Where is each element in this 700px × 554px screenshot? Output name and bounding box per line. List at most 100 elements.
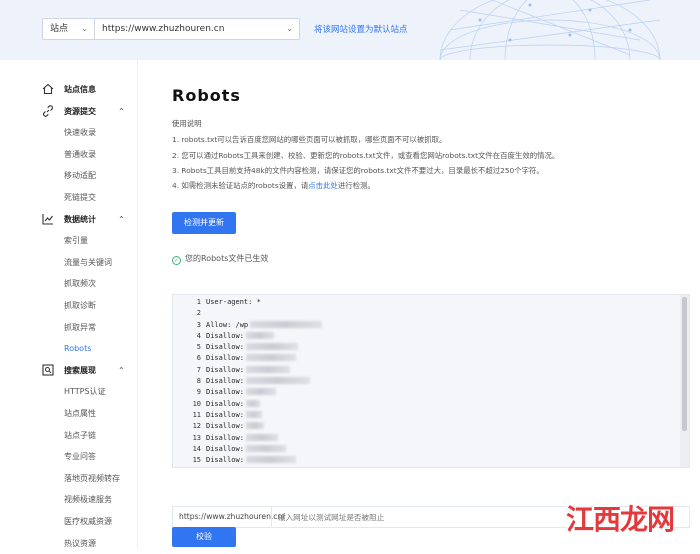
line-number: 12 [192,422,201,431]
chevron-up-icon[interactable]: ⌃ [118,210,125,230]
sidebar-item-label: 站点属性 [64,409,96,418]
sidebar-item-15[interactable]: 站点属性 [0,404,138,424]
line-number: 11 [192,410,201,419]
sidebar-item-18[interactable]: 落地页视频转存 [0,469,138,489]
sidebar-item-4[interactable]: 移动适配 [0,166,138,186]
sidebar-item-label: 站点信息 [64,85,96,94]
sidebar-item-7[interactable]: 索引量 [0,231,138,251]
sidebar-item-label: 普通收录 [64,149,96,159]
main-content: Robots 使用说明 1. robots.txt可以告诉百度您网站的哪些页面可… [138,60,700,548]
line-number: 2 [196,309,201,318]
line-text: Disallow: [206,388,244,397]
sidebar-group-1[interactable]: 资源提交 ⌃ [0,102,138,122]
line-number: 5 [196,343,201,352]
code-area[interactable]: 1 User-agent: * 2 3 Allow: /wp 4 Disallow: 5 Dis… [173,295,680,467]
site-type-label: 站点 [50,24,69,34]
code-line: 2 [173,308,680,319]
robots-editor[interactable]: 1 User-agent: * 2 3 Allow: /wp 4 Disallow: 5 Dis… [172,294,690,468]
sidebar-item-label: 视频极速服务 [64,495,112,505]
sidebar-item-label: 站点子链 [64,430,96,440]
line-number: 8 [196,377,201,386]
sidebar-item-16[interactable]: 站点子链 [0,426,138,446]
sidebar-item-5[interactable]: 死链提交 [0,188,138,208]
line-text: Disallow: [206,444,244,453]
sidebar-group-0[interactable]: 站点信息 [0,80,138,100]
site-url-label: https://www.zhuzhouren.cn [102,24,225,34]
url-prefix: https://www.zhuzhouren.cn/ [179,512,285,521]
code-line: 13 Disallow: [173,433,680,444]
sidebar-item-label: 热议资源 [64,538,96,548]
status-text: 您的Robots文件已生效 [185,254,269,263]
usage-line-4-before: 4. 如需检测未验证站点的robots设置，请 [172,181,309,190]
sidebar-item-label: 医疗权威资源 [64,517,112,526]
line-number: 9 [196,388,201,397]
line-text: User-agent: * [206,298,261,306]
sidebar-item-17[interactable]: 专业问答 [0,447,138,467]
sidebar-item-label: 移动适配 [64,171,96,181]
usage-line-2: 2. 您可以通过Robots工具来创建、校验、更新您的robots.txt文件，… [172,151,560,160]
line-number: 15 [192,456,201,465]
sidebar-item-10[interactable]: 抓取诊断 [0,296,138,316]
sidebar-group-6[interactable]: 数据统计 ⌃ [0,210,138,230]
sidebar-item-label: 流量与关键词 [64,257,112,267]
sidebar-item-label: HTTPS认证 [64,387,106,397]
status-message: ✓ 您的Robots文件已生效 [172,253,268,265]
chevron-down-icon: ⌄ [81,24,88,33]
redacted-text [245,456,296,464]
sidebar-item-8[interactable]: 流量与关键词 [0,253,138,273]
sidebar-item-21[interactable]: 热议资源 [0,534,138,554]
sidebar-item-3[interactable]: 普通收录 [0,145,138,165]
sidebar-item-14[interactable]: HTTPS认证 [0,382,138,402]
line-text: Disallow: [206,365,244,374]
usage-line-4: 4. 如需检测未验证站点的robots设置，请点击此处进行检测。 [172,180,375,191]
redacted-text [245,433,278,441]
chevron-up-icon[interactable]: ⌃ [118,102,125,122]
code-line: 9 Disallow: [173,387,680,398]
sidebar-item-20[interactable]: 医疗权威资源 [0,512,138,532]
sidebar-item-9[interactable]: 抓取频次 [0,274,138,294]
line-number: 14 [192,444,201,453]
redacted-text [245,399,260,407]
watermark: 江西龙网 [566,503,675,536]
line-number: 7 [196,365,201,374]
redacted-text [245,343,298,351]
code-line: 3 Allow: /wp [173,320,680,331]
line-number: 10 [192,399,201,408]
sidebar-group-13[interactable]: 搜索展现 ⌃ [0,361,138,381]
link-icon [42,104,54,117]
line-text: Disallow: [206,354,244,363]
editor-scrollbar[interactable] [680,295,689,467]
line-number: 3 [196,320,201,329]
code-line: 5 Disallow: [173,342,680,353]
redacted-text [245,388,276,396]
scrollbar-thumb[interactable] [682,297,687,431]
redacted-text [245,444,286,452]
site-type-select[interactable]: 站点 ⌄ [42,18,94,40]
line-number: 1 [196,298,201,306]
redacted-text [245,331,274,339]
code-line: 10 Disallow: [173,399,680,410]
check-and-update-button[interactable]: 检测并更新 [172,212,236,234]
sidebar-item-label: 数据统计 [64,214,96,224]
line-number: 6 [196,354,201,363]
code-line: 15 Disallow: [173,455,680,466]
site-url-select[interactable]: https://www.zhuzhouren.cn ⌄ [94,18,300,40]
sidebar-item-12[interactable]: Robots [0,339,138,359]
chevron-up-icon[interactable]: ⌃ [118,361,125,381]
verify-button[interactable]: 校验 [172,527,236,547]
click-here-link[interactable]: 点击此处 [308,181,338,190]
sidebar-item-11[interactable]: 抓取异常 [0,318,138,338]
set-default-site-link[interactable]: 将该网站设置为默认站点 [314,23,408,35]
sidebar-item-label: 落地页视频转存 [64,473,120,483]
sidebar-item-label: 快速收录 [64,128,96,138]
sidebar-item-19[interactable]: 视频极速服务 [0,490,138,510]
sidebar-item-label: Robots [64,344,92,354]
search-display-icon [42,364,54,376]
sidebar-item-2[interactable]: 快速收录 [0,123,138,143]
usage-heading: 使用说明 [172,119,202,128]
url-test-input[interactable] [271,507,571,527]
line-text: Disallow: [206,331,244,340]
sidebar-item-label: 死链提交 [64,193,96,202]
line-number: 4 [196,331,201,340]
sidebar-item-label: 搜索展现 [64,365,96,375]
